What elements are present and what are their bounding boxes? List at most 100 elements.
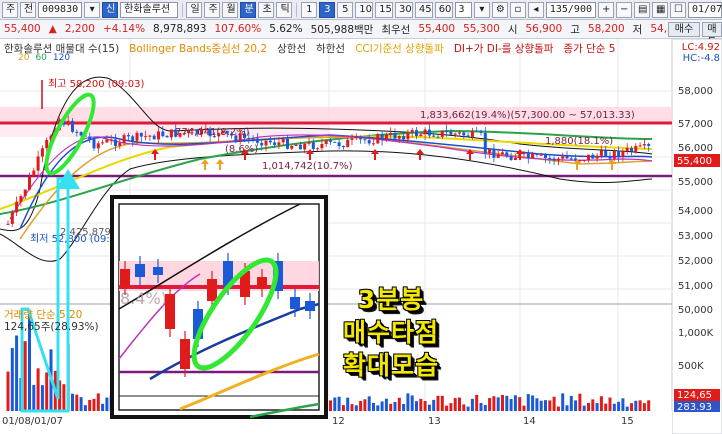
- volume-bar: [453, 398, 457, 411]
- volume-bar: [488, 398, 492, 411]
- lock-icon[interactable]: ▫: [509, 1, 526, 18]
- period-second-button[interactable]: 초: [258, 1, 275, 18]
- volume-bar: [475, 394, 479, 411]
- candle-body: [264, 140, 268, 146]
- interval-3-button[interactable]: 3: [319, 1, 336, 18]
- y-axis-label: 50,000: [678, 305, 713, 316]
- volume-bar: [449, 403, 453, 411]
- candle-body: [320, 143, 324, 149]
- period-minute-button[interactable]: 분: [240, 1, 257, 18]
- period-month-button[interactable]: 월: [222, 1, 239, 18]
- candle-body: [488, 148, 492, 154]
- lc-label: LC:4.92: [681, 42, 720, 53]
- y-axis-label: 53,000: [678, 231, 713, 242]
- count-field[interactable]: 135/900: [545, 1, 596, 18]
- period-day-button[interactable]: 일: [186, 1, 203, 18]
- unit-button-all[interactable]: 전: [20, 1, 36, 18]
- volume-bar: [634, 400, 638, 411]
- candle-body: [307, 142, 311, 144]
- candle-body: [406, 132, 410, 140]
- open-price: 56,900: [525, 23, 563, 35]
- volume-bar: [436, 395, 440, 411]
- date-field[interactable]: 01/07: [688, 1, 722, 18]
- candle-body: [544, 154, 547, 158]
- volume-bar: [105, 397, 109, 411]
- volume-bar: [587, 402, 590, 411]
- price-change-pct: +4.14%: [102, 23, 146, 35]
- legend-upper[interactable]: 상한선: [277, 41, 306, 56]
- chevron-down-icon[interactable]: ▾: [473, 1, 490, 18]
- candle-body: [294, 144, 298, 146]
- volume-bar: [389, 403, 393, 411]
- volume-bar: [71, 393, 74, 411]
- interval-45-button[interactable]: 45: [414, 1, 433, 18]
- minus-icon[interactable]: −: [616, 1, 632, 18]
- checkbox-icon[interactable]: ☐: [670, 1, 686, 18]
- interval-60-button[interactable]: 60: [434, 1, 453, 18]
- candle-body: [634, 145, 638, 152]
- volume-bar: [96, 393, 100, 411]
- legend-cci[interactable]: CCI기준선 상향돌파: [355, 41, 444, 56]
- candle-body: [410, 130, 414, 133]
- volume-axis-label: 1,000K: [678, 328, 714, 339]
- candle-body: [604, 150, 608, 157]
- volume-bar: [509, 399, 513, 411]
- volume-bar: [612, 403, 616, 411]
- candle-body: [599, 150, 603, 156]
- volume-bar: [75, 394, 79, 411]
- unit-button-week[interactable]: 주: [2, 1, 18, 18]
- y-axis-label: 51,000: [678, 281, 713, 292]
- chart-type-icon[interactable]: ▤: [634, 1, 650, 18]
- volume-bar: [354, 405, 358, 411]
- buy-button[interactable]: 매수: [668, 22, 700, 37]
- legend-dmi[interactable]: DI+가 DI-를 상향돌파: [454, 41, 554, 56]
- stock-code-input[interactable]: 009830: [38, 1, 83, 18]
- annotation-text: 3분봉 매수타점 확대모습: [316, 283, 466, 382]
- stock-name-field[interactable]: 한화솔루션: [120, 1, 178, 18]
- candle-body: [625, 147, 629, 152]
- search-icon[interactable]: ▾: [84, 1, 101, 18]
- sell-button[interactable]: 매도: [702, 22, 722, 48]
- volume-axis-label: 500K: [678, 361, 704, 372]
- settings-gear-icon[interactable]: ⚙: [491, 1, 508, 18]
- volume-bar: [642, 403, 646, 411]
- volume-bar: [363, 399, 367, 411]
- period-tick-button[interactable]: 틱: [276, 1, 293, 18]
- interval-30-button[interactable]: 30: [394, 1, 413, 18]
- x-axis-label: 12: [332, 416, 345, 427]
- plus-icon[interactable]: +: [598, 1, 614, 18]
- candle-body: [298, 144, 302, 150]
- volume-profile-label: 1,880(18.1%): [545, 136, 613, 147]
- volume-bar: [423, 400, 427, 411]
- volume-bar: [337, 396, 341, 411]
- volume-bar: [92, 398, 96, 411]
- volume-bar: [539, 400, 543, 411]
- interval-10-button[interactable]: 10: [355, 1, 374, 18]
- bid-price: 55,300: [463, 23, 500, 35]
- scroll-left-icon[interactable]: ◂: [527, 1, 544, 18]
- interval-15-button[interactable]: 15: [375, 1, 393, 18]
- overlay-icon[interactable]: ▦: [652, 1, 668, 18]
- open-label: 시: [507, 23, 518, 36]
- volume-bar: [647, 400, 651, 411]
- legend-lower[interactable]: 하한선: [316, 41, 345, 56]
- volume-bar: [406, 393, 410, 411]
- interval-5-button[interactable]: 5: [337, 1, 354, 18]
- inset-candle-body: [257, 277, 267, 289]
- candle-body: [612, 150, 616, 159]
- candle-body: [75, 131, 79, 133]
- ma-60-label: 60: [35, 53, 47, 63]
- candle-body: [587, 154, 590, 160]
- legend-bollinger[interactable]: Bollinger Bands중심선 20,2: [129, 41, 267, 56]
- legend-close[interactable]: 종가 단순 5: [563, 41, 615, 56]
- period-week-button[interactable]: 주: [204, 1, 221, 18]
- candle-body: [303, 143, 307, 150]
- candle-body: [608, 156, 612, 159]
- new-badge: 신: [102, 1, 119, 18]
- interval-custom-input[interactable]: 3: [454, 1, 472, 18]
- interval-1-button[interactable]: 1: [301, 1, 318, 18]
- indicator-legend: 한화솔루션 매물대 수(15) Bollinger Bands중심선 20,2 …: [4, 41, 615, 56]
- candle-body: [453, 133, 457, 135]
- candle-body: [333, 141, 337, 143]
- volume-bar: [479, 402, 483, 411]
